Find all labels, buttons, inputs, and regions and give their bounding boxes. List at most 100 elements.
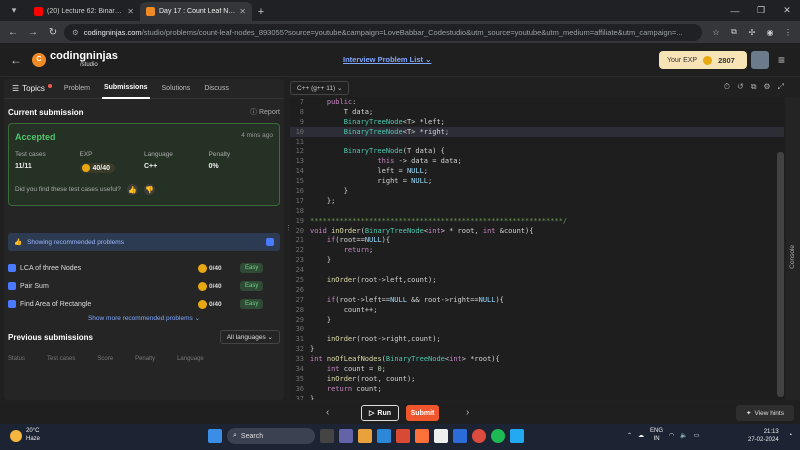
code-line[interactable]: 24 bbox=[290, 265, 784, 275]
taskbar-search[interactable]: ⌕ Search bbox=[227, 428, 315, 444]
code-line[interactable]: 35 inOrder(root, count); bbox=[290, 374, 784, 384]
show-more-link[interactable]: Show more recommended problems ⌄ bbox=[4, 314, 284, 322]
list-item[interactable]: Pair Sum 0/40 Easy bbox=[8, 277, 280, 295]
code-line[interactable]: 34 int count = 0; bbox=[290, 364, 784, 374]
windows-start-icon[interactable] bbox=[208, 429, 222, 443]
code-editor[interactable]: 7 public: 8 T data; 9 BinaryTreeNode<T> *l… bbox=[290, 97, 784, 400]
code-line[interactable]: 28 count++; bbox=[290, 305, 784, 315]
prev-problem-icon[interactable]: ‹ bbox=[326, 407, 329, 418]
vscode-icon[interactable] bbox=[510, 429, 524, 443]
tab-search-icon[interactable]: ▾ bbox=[0, 0, 28, 21]
code-line[interactable]: 17 }; bbox=[290, 196, 784, 206]
tab-discuss[interactable]: Discuss bbox=[202, 79, 231, 98]
forward-icon[interactable]: → bbox=[24, 23, 42, 41]
notification-icon[interactable]: ◔ bbox=[788, 432, 796, 440]
codingninjas-logo[interactable]: C codingninjas /studio bbox=[32, 51, 118, 68]
panel-resize-handle[interactable]: ⋮ bbox=[285, 224, 292, 244]
browser-tab-codingninjas[interactable]: Day 17 : Count Leaf Nodes - Co ✕ bbox=[140, 2, 252, 21]
thumbs-down-icon[interactable]: 👎 bbox=[143, 184, 155, 195]
tab-topics[interactable]: ☰ Topics bbox=[12, 83, 52, 93]
code-line[interactable]: 33 int noOfLeafNodes(BinaryTreeNode<int> … bbox=[290, 354, 784, 364]
list-item[interactable]: Find Area of Rectangle 0/40 Easy bbox=[8, 295, 280, 313]
submit-button[interactable]: Submit bbox=[406, 405, 439, 421]
cloud-icon[interactable]: ☁ bbox=[638, 432, 644, 439]
code-line[interactable]: 20 void inOrder(BinaryTreeNode<int> * roo… bbox=[290, 226, 784, 236]
store-icon[interactable] bbox=[453, 429, 467, 443]
bookmark-icon[interactable]: ☆ bbox=[708, 24, 724, 40]
code-line[interactable]: 26 bbox=[290, 285, 784, 295]
code-line[interactable]: 12 BinaryTreeNode(T data) { bbox=[290, 146, 784, 156]
code-line[interactable]: 10 BinaryTreeNode<T> *right; bbox=[290, 126, 784, 137]
view-hints-button[interactable]: ✦ View hints bbox=[736, 405, 794, 421]
task-view-icon[interactable] bbox=[320, 429, 334, 443]
reset-icon[interactable]: ↺ bbox=[737, 82, 744, 92]
url-input[interactable]: ⚙ codingninjas.com/studio/problems/count… bbox=[64, 23, 702, 41]
list-item[interactable]: LCA of three Nodes 0/40 Easy bbox=[8, 259, 280, 277]
maximize-icon[interactable]: ❐ bbox=[748, 0, 774, 21]
editor-scrollbar[interactable] bbox=[777, 152, 784, 397]
code-line[interactable]: 11 bbox=[290, 137, 784, 147]
recommended-toggle[interactable]: 👍 Showing recommended problems bbox=[8, 233, 280, 251]
clock[interactable]: 21:13 27-02-2024 bbox=[748, 428, 779, 444]
checkbox-icon[interactable] bbox=[266, 238, 274, 246]
minimize-icon[interactable]: — bbox=[722, 0, 748, 21]
tab-submissions[interactable]: Submissions bbox=[101, 79, 150, 99]
reload-icon[interactable]: ↻ bbox=[44, 23, 62, 41]
report-button[interactable]: ⓘ Report bbox=[250, 107, 280, 117]
language-select[interactable]: C++ (g++ 11) ⌄ bbox=[290, 81, 350, 95]
code-line[interactable]: 8 T data; bbox=[290, 107, 784, 117]
weather-widget[interactable]: 20°C Haze bbox=[10, 428, 40, 443]
code-line[interactable]: 23 } bbox=[290, 255, 784, 265]
code-line[interactable]: 9 BinaryTreeNode<T> *left; bbox=[290, 117, 784, 127]
close-icon[interactable]: ✕ bbox=[127, 7, 134, 16]
console-toggle[interactable]: Console bbox=[786, 97, 800, 400]
chevron-up-icon[interactable]: ⌃ bbox=[627, 432, 632, 439]
code-line[interactable]: 16 } bbox=[290, 186, 784, 196]
code-line[interactable]: 27 if(root->left==NULL && root->right==N… bbox=[290, 295, 784, 305]
code-line[interactable]: 29 } bbox=[290, 315, 784, 325]
back-icon[interactable]: ← bbox=[4, 23, 22, 41]
code-line[interactable]: 22 return; bbox=[290, 245, 784, 255]
close-icon[interactable]: ✕ bbox=[239, 7, 246, 16]
file-explorer-icon[interactable] bbox=[358, 429, 372, 443]
code-line[interactable]: 25 inOrder(root->left,count); bbox=[290, 275, 784, 285]
copy-icon[interactable]: ⧉ bbox=[751, 82, 757, 92]
language-indicator[interactable]: ENG IN bbox=[650, 428, 663, 444]
code-line[interactable]: 21 if(root==NULL){ bbox=[290, 235, 784, 245]
exp-badge[interactable]: Your EXP 2807 bbox=[659, 51, 747, 69]
code-line[interactable]: 15 right = NULL; bbox=[290, 176, 784, 186]
interview-problem-list-link[interactable]: Interview Problem List ⌄ bbox=[343, 55, 431, 64]
code-line[interactable]: 36 return count; bbox=[290, 384, 784, 394]
hamburger-menu-icon[interactable]: ≡ bbox=[778, 53, 785, 67]
spotify-icon[interactable] bbox=[491, 429, 505, 443]
battery-icon[interactable]: ▭ bbox=[694, 432, 700, 439]
code-line[interactable]: 32} bbox=[290, 344, 784, 354]
language-filter[interactable]: All languages ⌄ bbox=[219, 330, 280, 344]
code-line[interactable]: 14 left = NULL; bbox=[290, 166, 784, 176]
settings-icon[interactable]: ⚙ bbox=[763, 82, 770, 92]
thumbs-up-icon[interactable]: 👍 bbox=[126, 184, 138, 195]
code-line[interactable]: 31 inOrder(root->right,count); bbox=[290, 334, 784, 344]
edge-icon[interactable] bbox=[377, 429, 391, 443]
extension-icon[interactable]: ⧉ bbox=[726, 24, 742, 40]
tab-solutions[interactable]: Solutions bbox=[160, 79, 193, 98]
firefox-icon[interactable] bbox=[415, 429, 429, 443]
browser-tab-youtube[interactable]: (20) Lecture 62: Binary Trees & ✕ bbox=[28, 2, 140, 21]
code-line[interactable]: 18 bbox=[290, 206, 784, 216]
code-line[interactable]: 19 **************************************… bbox=[290, 216, 784, 226]
avatar[interactable] bbox=[751, 51, 769, 69]
code-line[interactable]: 13 this -> data = data; bbox=[290, 156, 784, 166]
code-line[interactable]: 30 bbox=[290, 324, 784, 334]
wifi-icon[interactable]: ◠ bbox=[669, 432, 674, 439]
chrome-icon[interactable] bbox=[472, 429, 486, 443]
amazon-icon[interactable] bbox=[434, 429, 448, 443]
back-arrow-icon[interactable]: ← bbox=[10, 53, 28, 67]
tab-problem[interactable]: Problem bbox=[62, 79, 92, 98]
volume-icon[interactable]: 🔈 bbox=[680, 432, 687, 439]
close-window-icon[interactable]: ✕ bbox=[774, 0, 800, 21]
menu-dots-icon[interactable]: ⋮ bbox=[780, 24, 796, 40]
new-tab-button[interactable]: + bbox=[252, 2, 270, 21]
fullscreen-icon[interactable]: ⤢ bbox=[778, 82, 784, 92]
office-icon[interactable] bbox=[396, 429, 410, 443]
profile-icon[interactable]: ◉ bbox=[762, 24, 778, 40]
